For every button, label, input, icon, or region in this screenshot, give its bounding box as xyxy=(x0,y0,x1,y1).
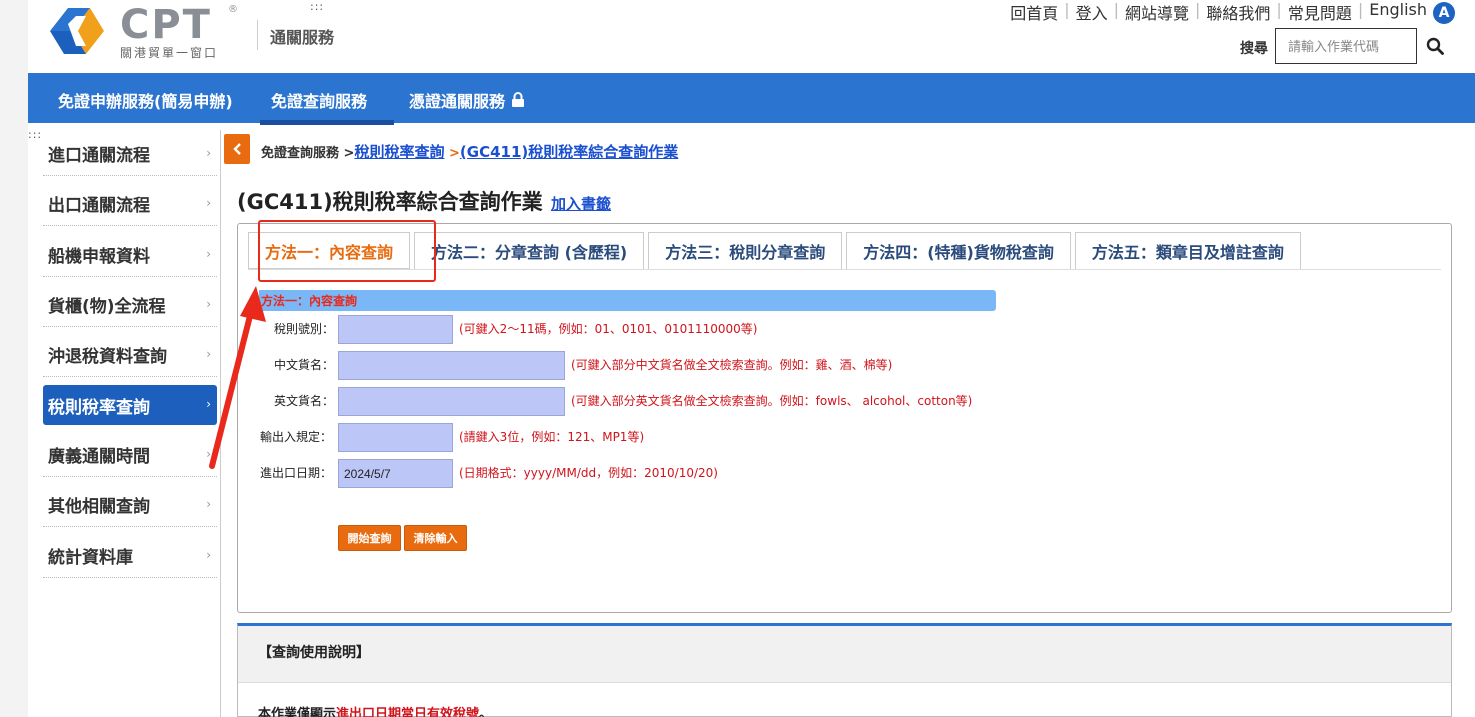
sidebar-item-label: 船機申報資料 xyxy=(48,247,150,267)
date-label: 進出口日期： xyxy=(260,466,333,480)
search-label: 搜尋 xyxy=(1240,41,1268,57)
usage-info-suffix: 。 xyxy=(479,707,493,717)
accesskey-dots[interactable]: ::: xyxy=(310,0,324,13)
sidebar-item-vessel-data[interactable]: 船機申報資料 › xyxy=(43,233,217,277)
sidebar-item-statistics[interactable]: 統計資料庫 › xyxy=(43,534,217,578)
annotation-highlight-box xyxy=(258,220,436,282)
sidebar-item-label: 貨櫃(物)全流程 xyxy=(48,297,166,317)
service-title: 通關服務 xyxy=(270,28,335,47)
top-links: 回首頁 | 登入 | 網站導覽 | 聯絡我們 | 常見問題 | English xyxy=(1010,0,1427,24)
usage-info-highlight: 進出口日期當日有效稅號 xyxy=(336,707,480,717)
separator: | xyxy=(1276,0,1282,19)
page-title: (GC411)稅則稅率綜合查詢作業 xyxy=(237,190,543,214)
chevron-right-icon: › xyxy=(206,548,211,562)
chevron-left-icon xyxy=(233,143,241,155)
tab-method-3[interactable]: 方法三：稅則分章查詢 xyxy=(648,232,843,269)
chevron-right-icon: › xyxy=(206,497,211,511)
usage-info-prefix: 本作業僅顯示 xyxy=(258,707,337,717)
breadcrumb-sep: > xyxy=(449,146,460,161)
chinese-name-label: 中文貨名： xyxy=(274,358,335,372)
cpt-logo-icon[interactable] xyxy=(46,4,108,58)
separator: | xyxy=(1113,0,1119,19)
tab-method-2[interactable]: 方法二：分章查詢 (含歷程) xyxy=(414,232,645,269)
sidebar-item-tariff-query[interactable]: 稅則稅率查詢 › xyxy=(43,385,217,425)
nav-item-certificate-label: 憑證通關服務 xyxy=(409,92,506,111)
chevron-right-icon: › xyxy=(206,146,211,160)
breadcrumb-root: 免證查詢服務 xyxy=(261,146,340,161)
accessibility-badge-icon[interactable]: A xyxy=(1433,2,1455,24)
sidebar-item-clearance-time[interactable]: 廣義通關時間 › xyxy=(43,433,217,477)
separator: | xyxy=(1064,0,1070,19)
logo-subtitle: 關港貿單一窗口 xyxy=(120,46,219,60)
site-header: CPT ® 關港貿單一窗口 通關服務 ::: 回首頁 | 登入 | 網站導覽 |… xyxy=(28,0,1475,73)
start-query-button[interactable]: 開始查詢 xyxy=(338,525,401,551)
import-export-rule-hint: (請鍵入3位，例如：121、MP1等) xyxy=(459,430,645,444)
sidebar-item-label: 出口通關流程 xyxy=(48,196,150,216)
sidebar-item-label: 沖退稅資料查詢 xyxy=(48,347,167,367)
form-header: 方法一：內容查詢 xyxy=(259,290,996,311)
tab-method-4[interactable]: 方法四：(特種)貨物稅查詢 xyxy=(846,232,1071,269)
breadcrumb-link-gc411[interactable]: (GC411)稅則稅率綜合查詢作業 xyxy=(460,143,678,161)
tariff-code-hint: (可鍵入2～11碼，例如：01、0101、0101110000等) xyxy=(459,322,758,336)
sidebar-item-label: 廣義通關時間 xyxy=(48,447,150,467)
logo-registered-mark: ® xyxy=(228,4,238,15)
page: CPT ® 關港貿單一窗口 通關服務 ::: 回首頁 | 登入 | 網站導覽 |… xyxy=(28,0,1475,717)
nav-item-simple-apply[interactable]: 免證申辦服務(簡易申辦) xyxy=(58,88,233,112)
import-export-rule-label: 輸出入規定： xyxy=(260,430,333,444)
search-button[interactable] xyxy=(1420,28,1450,64)
add-bookmark-link[interactable]: 加入書籤 xyxy=(551,193,611,214)
chevron-right-icon: › xyxy=(206,247,211,261)
english-name-hint: (可鍵入部分英文貨名做全文檢索查詢。例如：fowls、 alcohol、cott… xyxy=(571,394,973,408)
separator: | xyxy=(1357,0,1364,19)
top-link-english[interactable]: English xyxy=(1369,0,1427,24)
top-link-contact[interactable]: 聯絡我們 xyxy=(1206,0,1270,24)
tariff-code-label: 稅則號別： xyxy=(274,322,335,336)
breadcrumb: 免證查詢服務 >稅則稅率查詢 >(GC411)稅則稅率綜合查詢作業 xyxy=(261,141,678,162)
sidebar-item-label: 稅則稅率查詢 xyxy=(48,397,150,418)
top-link-sitemap[interactable]: 網站導覽 xyxy=(1125,0,1189,24)
sidebar-item-container-flow[interactable]: 貨櫃(物)全流程 › xyxy=(43,283,217,327)
usage-info-body: 本作業僅顯示進出口日期當日有效稅號。 xyxy=(238,683,1451,717)
english-name-label: 英文貨名： xyxy=(274,394,335,408)
english-name-input[interactable] xyxy=(338,387,565,416)
sidebar-item-label: 進口通關流程 xyxy=(48,146,150,166)
clear-input-button[interactable]: 清除輸入 xyxy=(404,525,467,551)
date-hint: (日期格式：yyyy/MM/dd，例如：2010/10/20) xyxy=(459,466,718,480)
separator: | xyxy=(1195,0,1201,19)
sidebar-item-label: 統計資料庫 xyxy=(48,548,133,568)
nav-item-certificate-service[interactable]: 憑證通關服務 xyxy=(409,88,525,112)
import-export-rule-input[interactable] xyxy=(338,423,453,452)
main-navbar: 免證申辦服務(簡易申辦) 免證查詢服務 憑證通關服務 xyxy=(28,73,1475,125)
date-input[interactable] xyxy=(338,459,453,488)
tab-method-5[interactable]: 方法五：類章目及增註查詢 xyxy=(1074,232,1301,269)
sidebar-item-label: 其他相關查詢 xyxy=(48,497,150,517)
sidebar-item-other-query[interactable]: 其他相關查詢 › xyxy=(43,483,217,527)
tariff-code-input[interactable] xyxy=(338,315,453,344)
sidebar-item-drawback-query[interactable]: 沖退稅資料查詢 › xyxy=(43,333,217,377)
lock-icon xyxy=(512,92,525,107)
usage-info-title: 【查詢使用說明】 xyxy=(238,626,1451,683)
sidebar-item-export-flow[interactable]: 出口通關流程 › xyxy=(43,182,217,226)
top-link-faq[interactable]: 常見問題 xyxy=(1288,0,1352,24)
usage-info-panel: 【查詢使用說明】 本作業僅顯示進出口日期當日有效稅號。 xyxy=(237,623,1452,717)
left-gutter xyxy=(0,0,28,717)
chevron-right-icon: › xyxy=(206,196,211,210)
logo-text: CPT xyxy=(120,2,212,48)
top-link-home[interactable]: 回首頁 xyxy=(1010,0,1058,24)
chinese-name-hint: (可鍵入部分中文貨名做全文檢索查詢。例如：雞、酒、棉等) xyxy=(571,358,893,372)
breadcrumb-link-tariff[interactable]: 稅則稅率查詢 xyxy=(354,143,444,161)
nav-item-query-service[interactable]: 免證查詢服務 xyxy=(271,88,367,112)
sidebar-item-import-flow[interactable]: 進口通關流程 › xyxy=(43,132,217,176)
sidebar-accesskey-dots[interactable]: ::: xyxy=(28,128,42,141)
search-icon xyxy=(1426,37,1444,55)
top-link-login[interactable]: 登入 xyxy=(1076,0,1108,24)
search-input[interactable] xyxy=(1275,28,1417,64)
breadcrumb-sep: > xyxy=(343,146,355,161)
chinese-name-input[interactable] xyxy=(338,351,565,380)
collapse-sidebar-button[interactable] xyxy=(224,134,250,164)
annotation-arrow-icon xyxy=(209,286,266,469)
header-divider xyxy=(257,20,258,50)
nav-active-indicator xyxy=(260,120,394,125)
